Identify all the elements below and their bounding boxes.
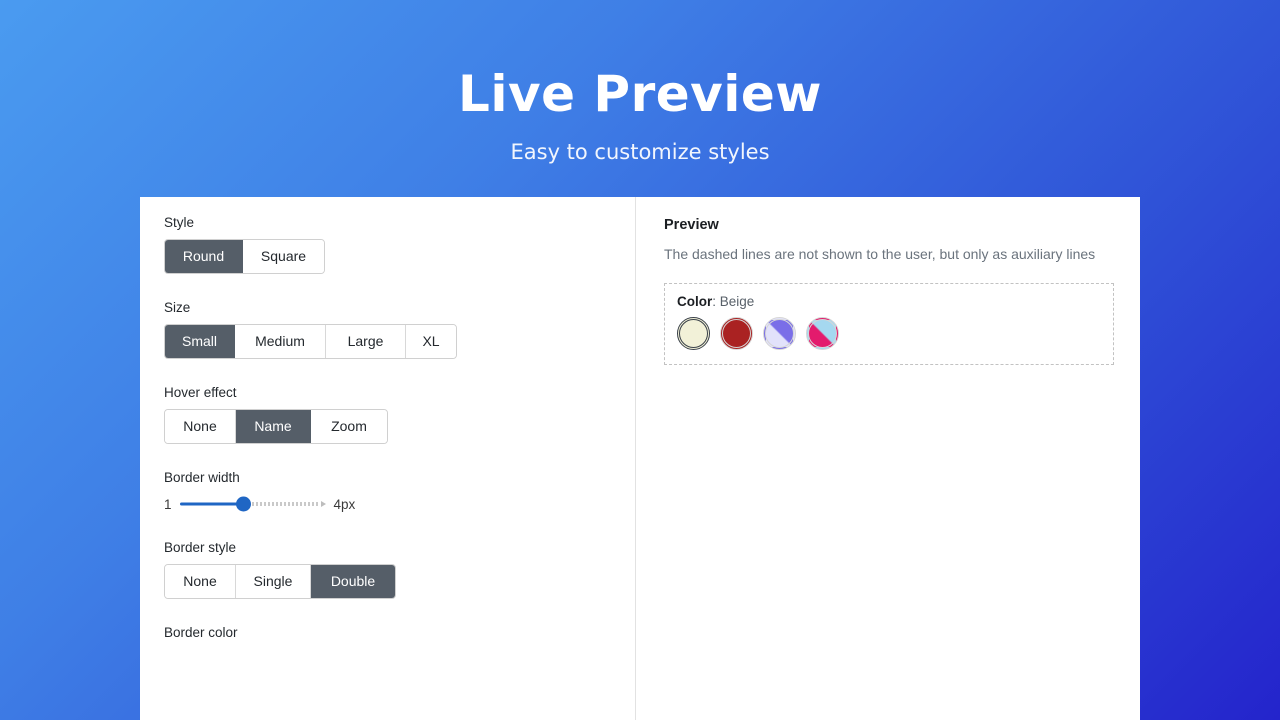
swatch-slate[interactable]	[763, 317, 796, 351]
control-group-style: Style Round Square	[164, 215, 611, 274]
slider-filled-track	[179, 502, 242, 506]
style-segmented-control[interactable]: Round Square	[164, 239, 325, 274]
swatch-row	[677, 317, 1101, 351]
preview-title: Preview	[664, 217, 719, 233]
preview-note: The dashed lines are not shown to the us…	[664, 246, 1096, 262]
page-title: Live Preview	[458, 65, 822, 123]
size-option-small[interactable]: Small	[165, 325, 235, 358]
style-label: Style	[164, 215, 195, 230]
border-style-label: Border style	[164, 540, 237, 555]
page-subtitle: Easy to customize styles	[510, 139, 770, 164]
border-width-min-value: 1	[164, 496, 172, 512]
control-group-border-style: Border style None Single Double	[164, 540, 611, 599]
preview-panel: Preview The dashed lines are not shown t…	[636, 197, 1140, 720]
size-segmented-control[interactable]: Small Medium Large XL	[164, 324, 457, 359]
border-width-max-value: 4px	[333, 496, 356, 512]
slider-end-arrow-icon	[320, 501, 326, 507]
swatch-caption-label: Color	[677, 294, 713, 310]
slider-thumb[interactable]	[235, 496, 251, 512]
control-group-border-color: Border color	[164, 625, 611, 640]
controls-panel: Style Round Square Size Small Medium Lar…	[140, 197, 635, 720]
size-option-xl[interactable]: XL	[406, 325, 456, 358]
border-style-segmented-control[interactable]: None Single Double	[164, 564, 396, 599]
size-option-large[interactable]: Large	[326, 325, 406, 358]
border-style-option-double[interactable]: Double	[311, 565, 395, 598]
style-option-square[interactable]: Square	[243, 240, 324, 273]
border-width-slider-row: 1 4px	[164, 494, 611, 514]
swatch-pink[interactable]	[806, 317, 839, 351]
control-group-size: Size Small Medium Large XL	[164, 300, 611, 359]
hover-effect-option-name[interactable]: Name	[236, 410, 311, 443]
hover-effect-option-none[interactable]: None	[165, 410, 236, 443]
preview-swatch-box: Color: Beige	[664, 283, 1114, 366]
size-option-medium[interactable]: Medium	[235, 325, 326, 358]
hover-effect-segmented-control[interactable]: None Name Zoom	[164, 409, 388, 444]
hover-effect-option-zoom[interactable]: Zoom	[311, 410, 387, 443]
slider-remaining-track	[247, 502, 318, 506]
border-color-label: Border color	[164, 625, 238, 640]
control-group-hover-effect: Hover effect None Name Zoom	[164, 385, 611, 444]
swatch-caption: Color: Beige	[677, 294, 1101, 309]
border-style-option-single[interactable]: Single	[236, 565, 311, 598]
hover-effect-label: Hover effect	[164, 385, 237, 400]
customizer-card: Style Round Square Size Small Medium Lar…	[140, 197, 1140, 720]
size-label: Size	[164, 300, 191, 315]
border-width-slider[interactable]	[179, 496, 326, 512]
border-width-label: Border width	[164, 470, 240, 485]
swatch-beige[interactable]	[677, 317, 710, 351]
style-option-round[interactable]: Round	[165, 240, 243, 273]
border-style-option-none[interactable]: None	[165, 565, 236, 598]
swatch-darkred[interactable]	[720, 317, 753, 351]
swatch-caption-value: : Beige	[712, 294, 755, 310]
page-header: Live Preview Easy to customize styles	[0, 0, 1280, 164]
control-group-border-width: Border width 1 4px	[164, 470, 611, 514]
